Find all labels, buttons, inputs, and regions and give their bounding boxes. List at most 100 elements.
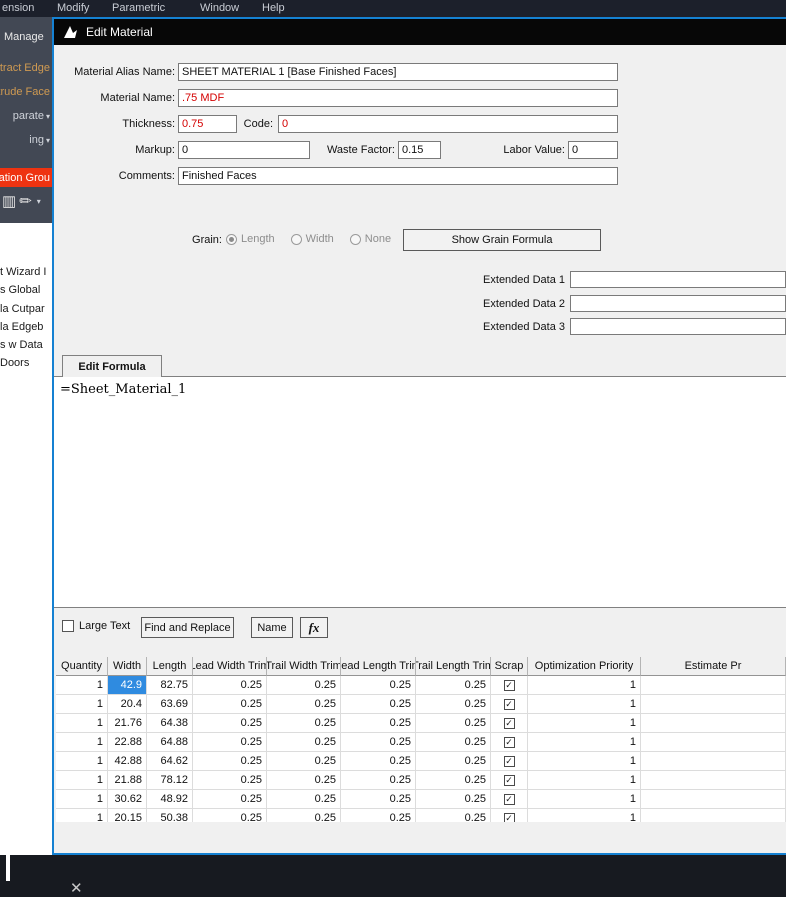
grid-cell[interactable]	[641, 714, 786, 733]
grid-cell[interactable]: 1	[528, 752, 641, 771]
tree-item-w-data[interactable]: s w Data	[0, 339, 43, 351]
grid-cell[interactable]: 0.25	[193, 695, 267, 714]
code-input[interactable]	[278, 115, 618, 133]
col-header-trail-length-trim[interactable]: Trail Length Trim	[416, 657, 491, 676]
tree-item-edgeband[interactable]: la Edgeb	[0, 321, 43, 333]
report-icon[interactable]: ▥	[2, 192, 16, 210]
grid-cell[interactable]: 48.92	[147, 790, 193, 809]
grid-cell[interactable]: 0.25	[267, 714, 341, 733]
grid-cell[interactable]: 0.25	[267, 676, 341, 695]
grid-cell[interactable]: 1	[56, 676, 108, 695]
grid-cell[interactable]: 0.25	[193, 676, 267, 695]
tool-item-separate[interactable]: parate ▾	[0, 109, 50, 123]
grid-cell[interactable]	[641, 790, 786, 809]
grid-cell[interactable]: 1	[56, 809, 108, 822]
grid-cell[interactable]: 0.25	[341, 752, 416, 771]
menu-item-help[interactable]: Help	[262, 2, 285, 14]
grid-cell[interactable]: 1	[528, 676, 641, 695]
grid-cell[interactable]: 0.25	[416, 752, 491, 771]
scrap-checkbox[interactable]: ✓	[503, 793, 515, 805]
grid-cell[interactable]: 0.25	[416, 714, 491, 733]
table-row[interactable]: 1 22.88 64.88 0.25 0.25 0.25 0.25 ✓ 1	[56, 733, 786, 752]
grid-cell[interactable]	[641, 733, 786, 752]
grid-cell[interactable]	[641, 676, 786, 695]
grid-cell[interactable]	[641, 771, 786, 790]
grid-cell[interactable]: 42.88	[108, 752, 147, 771]
grid-cell[interactable]: 64.88	[147, 733, 193, 752]
scrap-cell[interactable]: ✓	[491, 733, 528, 752]
grid-cell[interactable]: 1	[528, 733, 641, 752]
menu-item-window[interactable]: Window	[200, 2, 239, 14]
grid-cell[interactable]: 78.12	[147, 771, 193, 790]
grid-cell[interactable]: 30.62	[108, 790, 147, 809]
scrap-checkbox[interactable]: ✓	[503, 698, 515, 710]
tree-item-cutpart[interactable]: la Cutpar	[0, 303, 45, 315]
col-header-lead-length-trim[interactable]: Lead Length Trim	[341, 657, 416, 676]
grid-cell[interactable]: 0.25	[267, 771, 341, 790]
grid-cell[interactable]: 21.76	[108, 714, 147, 733]
scrap-cell[interactable]: ✓	[491, 695, 528, 714]
chevron-down-icon[interactable]: ▾	[37, 197, 41, 206]
fx-button[interactable]: fx	[300, 617, 328, 638]
material-name-input[interactable]	[178, 89, 618, 107]
grid-cell[interactable]: 82.75	[147, 676, 193, 695]
scrap-cell[interactable]: ✓	[491, 790, 528, 809]
grid-cell[interactable]: 42.9	[108, 676, 147, 695]
grid-cell[interactable]: 0.25	[416, 695, 491, 714]
scrap-cell[interactable]: ✓	[491, 676, 528, 695]
scrap-checkbox[interactable]: ✓	[503, 679, 515, 691]
scrap-cell[interactable]: ✓	[491, 714, 528, 733]
grain-radio-none[interactable]: None	[349, 233, 391, 245]
col-header-lead-width-trim[interactable]: Lead Width Trim	[193, 657, 267, 676]
waste-factor-input[interactable]	[398, 141, 441, 159]
grid-cell[interactable]: 21.88	[108, 771, 147, 790]
table-row[interactable]: 1 30.62 48.92 0.25 0.25 0.25 0.25 ✓ 1	[56, 790, 786, 809]
tree-item-doors[interactable]: Doors	[0, 357, 29, 369]
col-header-optimization-priority[interactable]: Optimization Priority	[528, 657, 641, 676]
grid-cell[interactable]: 1	[56, 790, 108, 809]
col-header-length[interactable]: Length	[147, 657, 193, 676]
close-icon[interactable]: ✕	[70, 879, 83, 897]
scrap-cell[interactable]: ✓	[491, 771, 528, 790]
grid-cell[interactable]: 1	[528, 790, 641, 809]
grid-cell[interactable]: 22.88	[108, 733, 147, 752]
grid-cell[interactable]: 0.25	[267, 790, 341, 809]
dialog-titlebar[interactable]: Edit Material	[54, 19, 786, 45]
optimization-group-alert[interactable]: ation Grou	[0, 168, 52, 187]
grid-cell[interactable]: 0.25	[416, 733, 491, 752]
name-button[interactable]: Name	[251, 617, 293, 638]
grain-radio-width[interactable]: Width	[290, 233, 334, 245]
tool-item-extrude-face[interactable]: trude Face	[0, 85, 50, 99]
col-header-estimate[interactable]: Estimate Pr	[641, 657, 786, 676]
labor-value-input[interactable]	[568, 141, 618, 159]
extended-data-1-input[interactable]	[570, 271, 786, 288]
extended-data-2-input[interactable]	[570, 295, 786, 312]
scrap-checkbox[interactable]: ✓	[503, 755, 515, 767]
grid-cell[interactable]: 0.25	[267, 695, 341, 714]
extended-data-3-input[interactable]	[570, 318, 786, 335]
grid-cell[interactable]: 0.25	[193, 752, 267, 771]
grid-cell[interactable]: 1	[56, 695, 108, 714]
grid-cell[interactable]: 1	[56, 733, 108, 752]
grain-radio-length[interactable]: Length	[226, 233, 275, 245]
grid-cell[interactable]: 20.4	[108, 695, 147, 714]
grid-cell[interactable]: 0.25	[416, 790, 491, 809]
grid-cell[interactable]: 1	[528, 714, 641, 733]
pencil-tool-icon[interactable]: ✏	[19, 192, 32, 210]
grid-cell[interactable]: 0.25	[416, 809, 491, 822]
find-and-replace-button[interactable]: Find and Replace	[141, 617, 234, 638]
ribbon-tab-manage[interactable]: Manage	[4, 31, 44, 43]
grid-cell[interactable]: 63.69	[147, 695, 193, 714]
grid-cell[interactable]: 0.25	[267, 733, 341, 752]
formula-editor[interactable]: =Sheet_Material_1	[54, 376, 786, 608]
scrap-checkbox[interactable]: ✓	[503, 736, 515, 748]
grid-cell[interactable]: 0.25	[341, 695, 416, 714]
table-row[interactable]: 1 20.15 50.38 0.25 0.25 0.25 0.25 ✓ 1	[56, 809, 786, 822]
grid-cell[interactable]	[641, 695, 786, 714]
scrap-checkbox[interactable]: ✓	[503, 717, 515, 729]
table-row[interactable]: 1 20.4 63.69 0.25 0.25 0.25 0.25 ✓ 1	[56, 695, 786, 714]
col-header-width[interactable]: Width	[108, 657, 147, 676]
menu-item-partial[interactable]: ension	[2, 2, 34, 14]
table-row[interactable]: 1 42.9 82.75 0.25 0.25 0.25 0.25 ✓ 1	[56, 676, 786, 695]
grid-cell[interactable]: 1	[528, 695, 641, 714]
